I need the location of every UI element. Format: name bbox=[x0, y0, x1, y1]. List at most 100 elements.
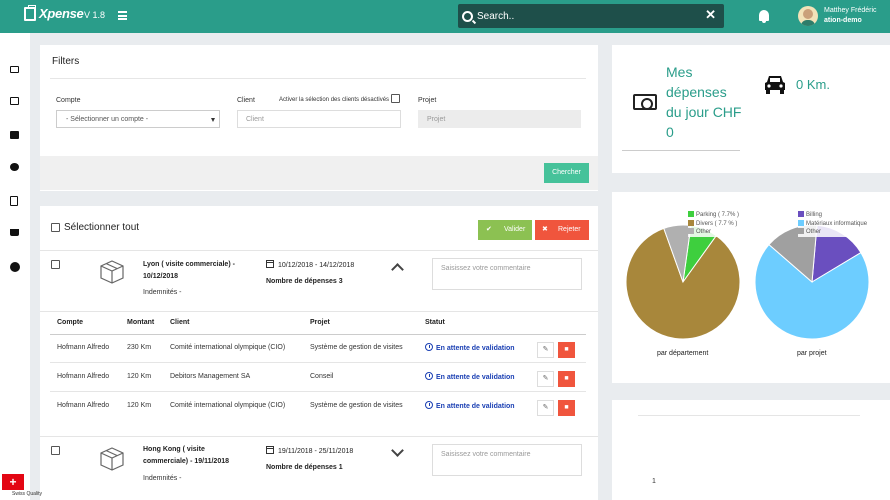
delete-button[interactable]: ■ bbox=[558, 400, 575, 416]
app-name: Xpense bbox=[39, 6, 84, 21]
cell-montant: 230 Km bbox=[127, 344, 152, 351]
divider bbox=[50, 78, 586, 79]
divider bbox=[50, 391, 586, 392]
status-text: En attente de validation bbox=[436, 403, 515, 410]
app-version: V 1.8 bbox=[84, 10, 106, 20]
client-label: Client bbox=[237, 97, 255, 104]
avatar[interactable] bbox=[798, 6, 818, 26]
expense-title[interactable]: Lyon ( visite commerciale) - 10/12/2018 bbox=[143, 259, 247, 283]
swiss-quality-label: Swiss Quality bbox=[12, 491, 43, 497]
user-info[interactable]: Matthey Frédéric ation-demo bbox=[824, 6, 877, 26]
legend-item: Parking ( 7.7% ) bbox=[688, 211, 739, 220]
compte-select[interactable]: - Sélectionner un compte - bbox=[56, 110, 220, 128]
table-header-client: Client bbox=[170, 319, 190, 326]
cell-compte: Hofmann Alfredo bbox=[57, 402, 110, 409]
cell-projet: Conseil bbox=[310, 373, 334, 380]
check-icon[interactable] bbox=[10, 97, 19, 105]
cell-compte: Hofmann Alfredo bbox=[57, 344, 110, 351]
activer-label: Activer la sélection des clients désacti… bbox=[279, 97, 390, 103]
chart-caption: par projet bbox=[797, 350, 827, 357]
search-icon bbox=[462, 10, 473, 22]
delete-button[interactable]: ■ bbox=[558, 371, 575, 387]
legend-item: Billing bbox=[798, 211, 867, 220]
search-bar: ✕ bbox=[458, 4, 724, 28]
expense-dates-text: 19/11/2018 - 25/11/2018 bbox=[278, 448, 354, 455]
top-bar: Xpense V 1.8 ✕ Matthey Frédéric ation-de… bbox=[0, 0, 890, 33]
expense-count: Nombre de dépenses 1 bbox=[266, 464, 343, 471]
card-icon[interactable] bbox=[10, 66, 19, 73]
expense-count: Nombre de dépenses 3 bbox=[266, 278, 343, 285]
cell-client: Comité international olympique (CIO) bbox=[170, 344, 286, 351]
swiss-flag-icon: + bbox=[2, 474, 24, 490]
document-icon[interactable] bbox=[10, 196, 18, 206]
legend-departement: Parking ( 7.7% ) Divers ( 7.7 % ) Other bbox=[688, 211, 740, 237]
divider bbox=[40, 311, 598, 312]
expense-checkbox[interactable] bbox=[51, 260, 60, 269]
cell-projet: Système de gestion de visites bbox=[310, 402, 403, 409]
menu-icon[interactable] bbox=[118, 11, 127, 20]
badge-icon[interactable] bbox=[10, 262, 20, 272]
select-all-checkbox[interactable] bbox=[51, 223, 60, 232]
briefcase-icon[interactable] bbox=[10, 131, 19, 139]
bell-icon[interactable] bbox=[759, 10, 769, 23]
table-header-montant: Montant bbox=[127, 319, 155, 326]
briefcase-icon bbox=[24, 4, 36, 21]
divider bbox=[50, 334, 586, 335]
legend-item: Divers ( 7.7 % ) bbox=[688, 219, 739, 229]
table-header-compte: Compte bbox=[57, 319, 84, 326]
money-icon bbox=[633, 94, 657, 110]
divider bbox=[40, 436, 598, 437]
clock-icon bbox=[425, 401, 433, 409]
package-icon bbox=[100, 447, 124, 471]
expense-checkbox[interactable] bbox=[51, 446, 60, 455]
cell-montant: 120 Km bbox=[127, 373, 152, 380]
expense-title[interactable]: Hong Kong ( visite commerciale) - 19/11/… bbox=[143, 444, 239, 468]
status-text: En attente de validation bbox=[436, 374, 515, 381]
validate-button[interactable]: Valider bbox=[478, 220, 532, 240]
reject-button[interactable]: Rejeter bbox=[535, 220, 589, 240]
activer-checkbox[interactable] bbox=[391, 94, 400, 103]
cell-compte: Hofmann Alfredo bbox=[57, 373, 110, 380]
package-icon bbox=[100, 260, 124, 284]
download-icon[interactable] bbox=[10, 229, 19, 236]
car-icon bbox=[765, 76, 785, 94]
chevron-down-icon bbox=[211, 118, 215, 122]
edit-button[interactable]: ✎ bbox=[537, 400, 554, 416]
search-input[interactable] bbox=[477, 10, 697, 22]
delete-button[interactable]: ■ bbox=[558, 342, 575, 358]
search-button[interactable]: Chercher bbox=[544, 163, 589, 183]
chart-caption: par département bbox=[657, 350, 709, 357]
expense-dates: 19/11/2018 - 25/11/2018 bbox=[266, 446, 353, 455]
cell-client: Comité international olympique (CIO) bbox=[170, 402, 286, 409]
legend-item: Matériaux informatique bbox=[798, 219, 867, 229]
user-org: ation-demo bbox=[824, 17, 862, 24]
table-header-statut: Statut bbox=[425, 319, 445, 326]
filters-footer bbox=[40, 156, 598, 190]
close-icon[interactable]: ✕ bbox=[705, 7, 716, 23]
legend-item: Other bbox=[798, 228, 867, 237]
comment-input[interactable]: Saisissez votre commentaire bbox=[432, 258, 582, 290]
status-text: En attente de validation bbox=[436, 345, 515, 352]
comment-input[interactable]: Saisissez votre commentaire bbox=[432, 444, 582, 476]
client-input[interactable]: Client bbox=[237, 110, 401, 128]
expense-dates: 10/12/2018 - 14/12/2018 bbox=[266, 260, 354, 269]
table-header-projet: Projet bbox=[310, 319, 330, 326]
compte-select-value: - Sélectionner un compte - bbox=[66, 116, 149, 123]
legend-item: Other bbox=[688, 228, 739, 237]
projet-input[interactable]: Projet bbox=[418, 110, 581, 128]
gear-icon[interactable] bbox=[10, 163, 19, 171]
divider bbox=[40, 250, 598, 251]
edit-button[interactable]: ✎ bbox=[537, 371, 554, 387]
status-badge: En attente de validation bbox=[425, 343, 515, 352]
km-value: 0 Km. bbox=[796, 77, 830, 92]
clock-icon bbox=[425, 372, 433, 380]
edit-button[interactable]: ✎ bbox=[537, 342, 554, 358]
sidebar bbox=[0, 33, 30, 500]
compte-label: Compte bbox=[56, 97, 81, 104]
status-badge: En attente de validation bbox=[425, 372, 515, 381]
logo[interactable]: Xpense bbox=[24, 4, 84, 21]
filters-title: Filters bbox=[52, 56, 80, 67]
expense-dates-text: 10/12/2018 - 14/12/2018 bbox=[278, 262, 355, 269]
legend-projet: Billing Matériaux informatique Other bbox=[798, 211, 868, 237]
expense-subtitle: Indemnités - bbox=[143, 289, 182, 296]
